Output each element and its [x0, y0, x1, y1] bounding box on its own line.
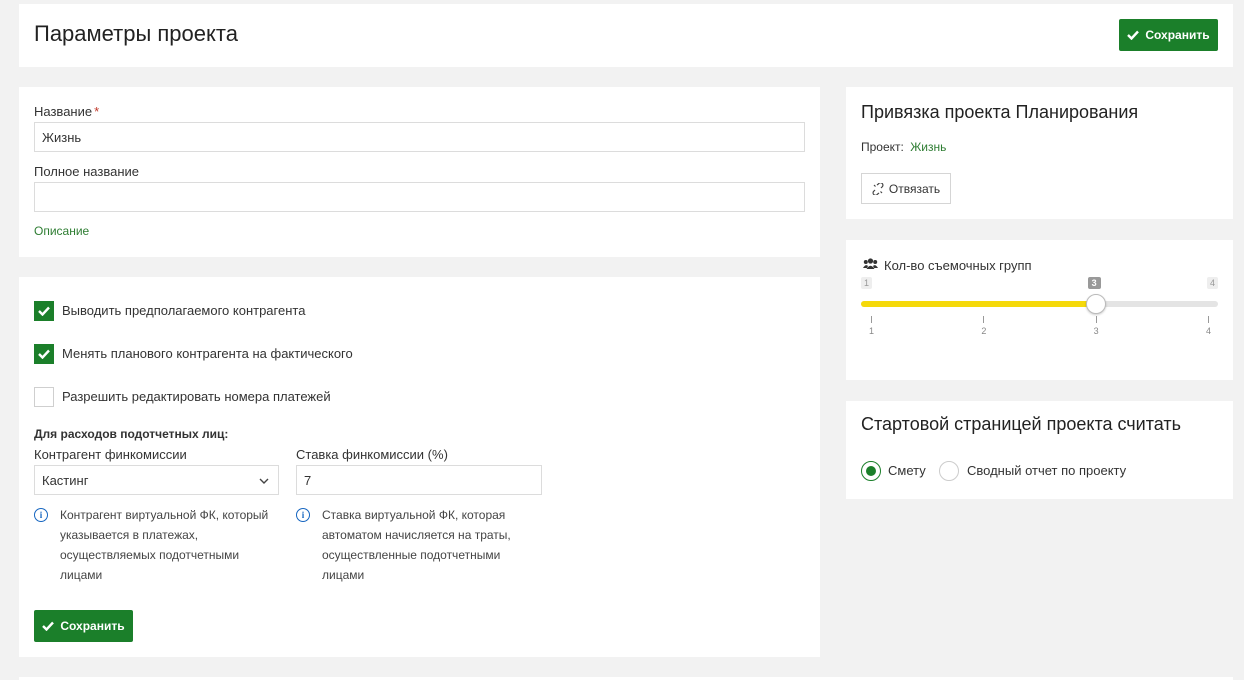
start-page-card: Стартовой страницей проекта считать Смет…: [846, 401, 1233, 499]
checkbox-label: Выводить предполагаемого контрагента: [62, 303, 306, 318]
crews-card: Кол-во съемочных групп 1 4 3 1 2 3 4: [846, 240, 1233, 380]
slider-tick: [871, 316, 872, 323]
description-link[interactable]: Описание: [34, 224, 89, 238]
options-save-label: Сохранить: [60, 619, 125, 633]
check-icon: [42, 621, 55, 631]
radio-label: Смету: [888, 463, 926, 478]
slider-tick-label: 1: [868, 326, 875, 336]
checkbox-change-counterparty[interactable]: [34, 344, 54, 364]
check-icon: [1127, 30, 1140, 40]
section-title: Для расходов подотчетных лиц:: [34, 427, 229, 441]
radio-summary-report[interactable]: [939, 461, 959, 481]
check-icon: [38, 306, 50, 316]
planning-card: Привязка проекта Планирования Проект: Жи…: [846, 87, 1233, 219]
radio-label: Сводный отчет по проекту: [967, 463, 1127, 478]
chevron-down-icon: [259, 478, 269, 484]
fullname-input[interactable]: [34, 182, 805, 212]
checkbox-show-counterparty[interactable]: [34, 301, 54, 321]
planning-title: Привязка проекта Планирования: [861, 102, 1139, 122]
required-marker: *: [94, 104, 100, 119]
name-form-card: Название * Жизнь Полное название Описание: [19, 87, 820, 257]
header-save-label: Сохранить: [1145, 28, 1210, 42]
unlink-button[interactable]: Отвязать: [861, 173, 951, 204]
counterparty-value: Кастинг: [42, 472, 89, 488]
slider-min-label: 1: [861, 277, 873, 289]
info-icon: i: [34, 508, 48, 522]
unlink-icon: [872, 182, 884, 195]
name-label: Название *: [34, 104, 100, 119]
info-icon: i: [296, 508, 310, 522]
project-link[interactable]: Жизнь: [910, 140, 946, 154]
slider-tick: [983, 316, 985, 323]
name-input[interactable]: Жизнь: [34, 122, 805, 152]
planning-project: Проект: Жизнь: [861, 140, 946, 154]
counterparty-select[interactable]: Кастинг: [34, 465, 279, 495]
checkbox-label: Разрешить редактировать номера платежей: [62, 389, 331, 404]
slider-tick-label: 2: [981, 326, 987, 336]
check-icon: [38, 349, 50, 359]
start-page-title: Стартовой страницей проекта считать: [861, 414, 1182, 434]
radio-estimate[interactable]: [861, 461, 881, 481]
slider-tick: [1095, 316, 1097, 323]
unlink-label: Отвязать: [888, 181, 941, 196]
checkbox-edit-payment-numbers[interactable]: [34, 387, 54, 407]
checkbox-label: Менять планового контрагента на фактичес…: [62, 346, 353, 361]
slider-tick: [1208, 316, 1209, 323]
counterparty-info: Контрагент виртуальной ФК, который указы…: [60, 508, 269, 582]
slider-max-label: 4: [1207, 277, 1219, 289]
slider-handle[interactable]: [1085, 294, 1106, 314]
users-icon: [863, 258, 878, 269]
fullname-label: Полное название: [34, 164, 140, 179]
page-header: Параметры проекта Сохранить: [19, 4, 1233, 67]
rate-info: Ставка виртуальной ФК, которая автоматом…: [322, 508, 511, 582]
slider-fill: [861, 301, 1096, 307]
options-card: Выводить предполагаемого контрагента Мен…: [19, 277, 820, 657]
crews-title: Кол-во съемочных групп: [884, 258, 1032, 273]
project-label: Проект:: [861, 140, 904, 154]
page-title: Параметры проекта: [34, 21, 238, 46]
slider-value-label: 3: [1087, 277, 1101, 289]
options-save-button[interactable]: Сохранить: [34, 610, 133, 642]
slider-tick-label: 4: [1205, 326, 1212, 336]
rate-input[interactable]: 7: [296, 465, 542, 495]
counterparty-label: Контрагент финкомиссии: [34, 447, 187, 462]
rate-label: Ставка финкомиссии (%): [296, 447, 448, 462]
header-save-button[interactable]: Сохранить: [1119, 19, 1218, 51]
slider-tick-label: 3: [1093, 326, 1099, 336]
